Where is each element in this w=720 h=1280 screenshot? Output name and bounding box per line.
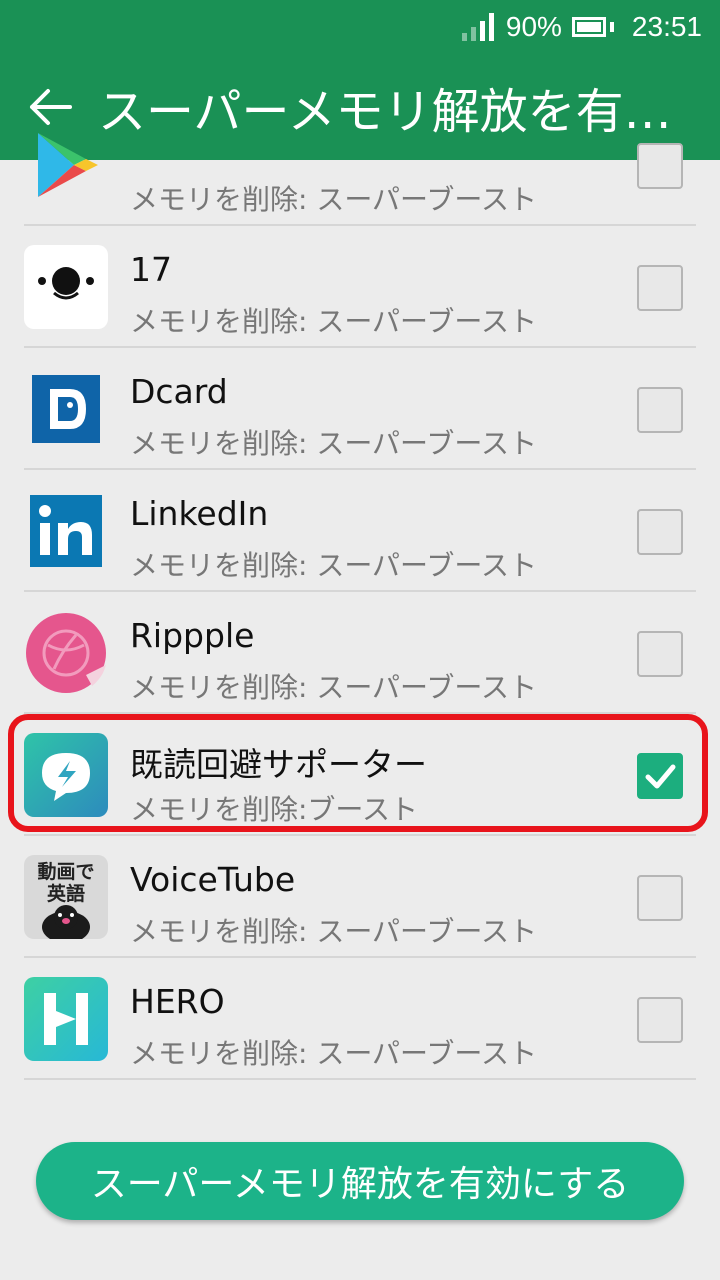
app-name: HERO xyxy=(130,982,225,1021)
battery-tip xyxy=(609,22,614,32)
list-item[interactable]: HERO メモリを削除: スーパーブースト xyxy=(0,958,720,1080)
app-checkbox-checked[interactable] xyxy=(637,753,683,799)
app-name: LinkedIn xyxy=(130,494,269,533)
list-item[interactable]: Dcard メモリを削除: スーパーブースト xyxy=(0,348,720,470)
hero-icon xyxy=(24,977,108,1061)
memory-mode: メモリを削除: スーパーブースト xyxy=(130,915,537,948)
app-name: 既読回避サポーター xyxy=(130,745,427,784)
app-checkbox[interactable] xyxy=(637,387,683,433)
google-play-icon xyxy=(24,123,108,207)
battery-icon xyxy=(571,17,606,37)
memory-mode: メモリを削除:ブースト xyxy=(130,793,419,826)
dcard-icon xyxy=(24,367,108,451)
list-item[interactable]: 17 メモリを削除: スーパーブースト xyxy=(0,226,720,348)
divider xyxy=(24,1078,696,1080)
app-checkbox[interactable] xyxy=(637,509,683,555)
list-item[interactable]: Rippple メモリを削除: スーパーブースト xyxy=(0,592,720,714)
memory-mode: メモリを削除: スーパーブースト xyxy=(130,1037,537,1070)
app-name: 17 xyxy=(130,250,172,289)
list-item[interactable]: 動画で 英語 VoiceTube メモリを削除: スーパーブースト xyxy=(0,836,720,958)
app-checkbox[interactable] xyxy=(637,875,683,921)
app-checkbox[interactable] xyxy=(637,143,683,189)
rippple-icon xyxy=(24,611,108,695)
list-item[interactable]: 既読回避サポーター メモリを削除:ブースト xyxy=(0,714,720,836)
17-app-icon xyxy=(24,245,108,329)
app-name: Rippple xyxy=(130,616,255,655)
linkedin-icon xyxy=(24,489,108,573)
battery-percent: 90% xyxy=(505,11,562,42)
app-checkbox[interactable] xyxy=(637,631,683,677)
app-checkbox[interactable] xyxy=(637,265,683,311)
signal-icon xyxy=(461,13,494,41)
memory-mode: メモリを削除: スーパーブースト xyxy=(130,305,537,338)
list-item[interactable]: メモリを削除: スーパーブースト xyxy=(0,104,720,226)
memory-mode: メモリを削除: スーパーブースト xyxy=(130,671,537,704)
checkmark-icon xyxy=(645,764,676,789)
memory-mode: メモリを削除: スーパーブースト xyxy=(130,549,537,582)
list-item[interactable]: LinkedIn メモリを削除: スーパーブースト xyxy=(0,470,720,592)
status-bar: 90% 23:51 xyxy=(0,0,720,54)
enable-super-memory-button[interactable]: スーパーメモリ解放を有効にする xyxy=(36,1142,684,1220)
app-name: VoiceTube xyxy=(130,860,296,899)
kidoku-icon xyxy=(24,733,108,817)
app-name: Dcard xyxy=(130,372,228,411)
memory-mode: メモリを削除: スーパーブースト xyxy=(130,183,537,216)
memory-mode: メモリを削除: スーパーブースト xyxy=(130,427,537,460)
clock: 23:51 xyxy=(631,11,702,42)
voicetube-icon: 動画で 英語 xyxy=(24,855,108,939)
app-checkbox[interactable] xyxy=(637,997,683,1043)
